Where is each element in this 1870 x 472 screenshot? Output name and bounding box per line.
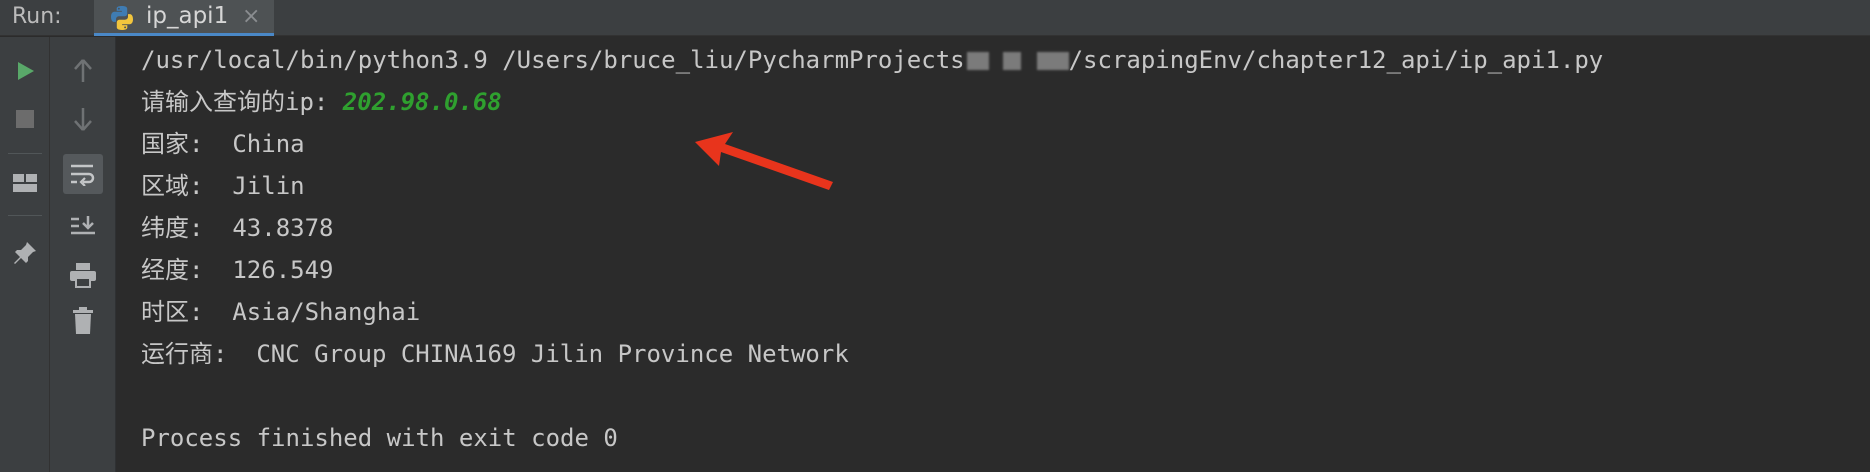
command-prefix: /usr/local/bin/python3.9 /Users/bruce_li… (141, 46, 965, 74)
soft-wrap-icon[interactable] (63, 154, 103, 194)
run-toolbar-left (0, 37, 50, 472)
layout-icon[interactable] (5, 163, 45, 203)
toolbar-divider (8, 153, 42, 154)
console-output[interactable]: /usr/local/bin/python3.9 /Users/bruce_li… (117, 37, 1870, 472)
console-toolbar (50, 37, 116, 472)
annotation-arrow-icon (695, 132, 833, 190)
pin-icon[interactable] (5, 233, 45, 273)
trash-icon[interactable] (63, 301, 103, 341)
run-icon[interactable] (5, 51, 45, 91)
stop-icon[interactable] (5, 99, 45, 139)
tab-title: ip_api1 (146, 3, 229, 29)
toolbar-divider (8, 215, 42, 216)
input-prompt-line: 请输入查询的ip: 202.98.0.68 (141, 87, 502, 117)
input-prompt: 请输入查询的ip: (141, 88, 343, 116)
result-timezone: 时区: Asia/Shanghai (141, 298, 421, 326)
python-icon (111, 6, 133, 30)
exit-message: Process finished with exit code 0 (141, 424, 618, 452)
command-suffix: /scrapingEnv/chapter12_api/ip_api1.py (1068, 46, 1604, 74)
run-label: Run: (12, 4, 62, 29)
result-country: 国家: China (141, 130, 305, 158)
redacted-path (1002, 52, 1021, 70)
run-tab-bar: Run: ip_api1 × (0, 0, 1870, 36)
active-tab-indicator (94, 33, 274, 36)
result-region: 区域: Jilin (141, 172, 305, 200)
user-input-value: 202.98.0.68 (342, 88, 502, 116)
redacted-path (1036, 52, 1069, 70)
redacted-path (966, 52, 989, 70)
result-latitude: 纬度: 43.8378 (141, 214, 334, 242)
scroll-to-end-icon[interactable] (63, 207, 103, 247)
command-line: /usr/local/bin/python3.9 /Users/bruce_li… (141, 45, 1603, 75)
print-icon[interactable] (63, 255, 103, 295)
result-isp: 运行商: CNC Group CHINA169 Jilin Province N… (141, 340, 849, 368)
up-arrow-icon[interactable] (63, 51, 103, 91)
run-tool-window: Run: ip_api1 × /usr/local/bin/python3.9 … (0, 0, 1870, 472)
result-longitude: 经度: 126.549 (141, 256, 334, 284)
down-arrow-icon[interactable] (63, 99, 103, 139)
close-icon[interactable]: × (242, 4, 260, 29)
